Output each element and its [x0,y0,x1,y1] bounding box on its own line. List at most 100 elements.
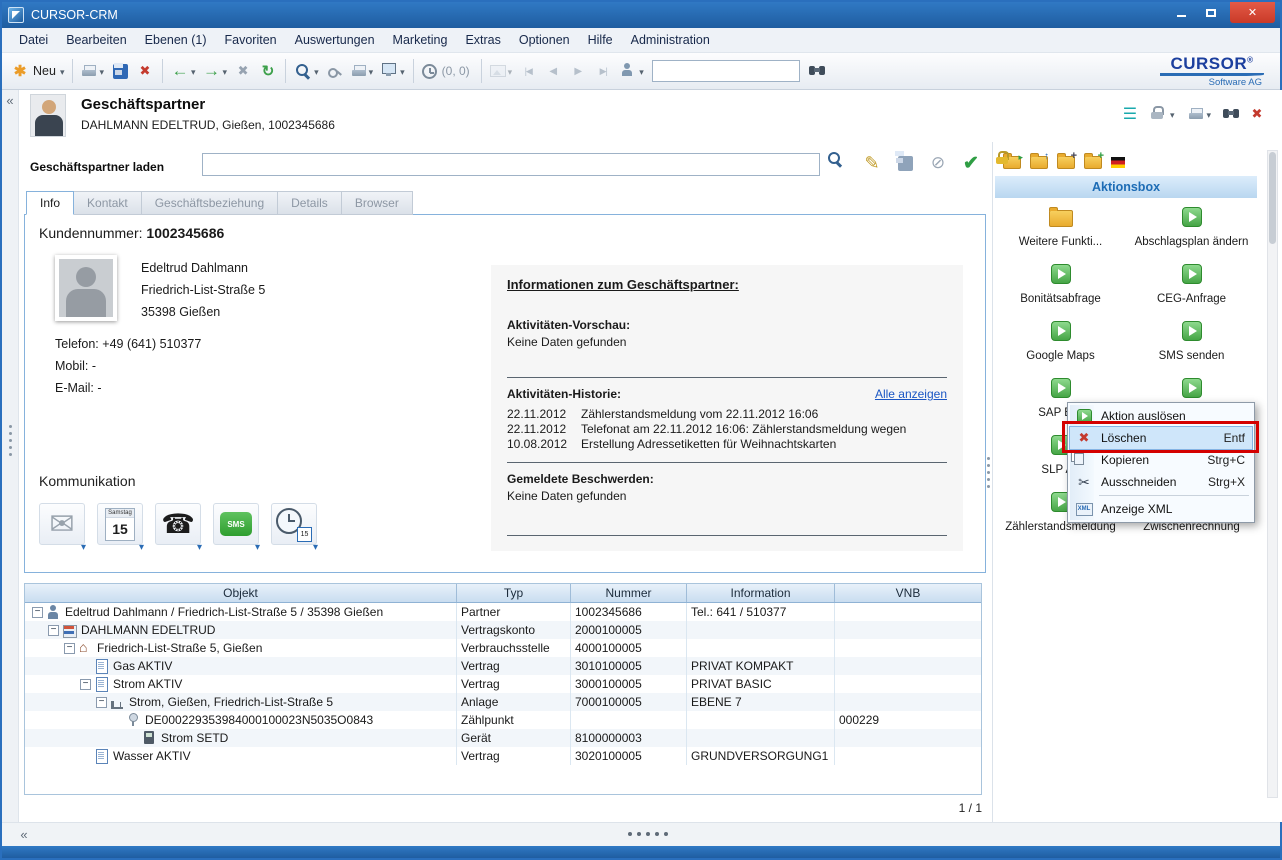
context-menu-item-copy[interactable]: Kopieren Strg+C [1070,449,1252,471]
menu-item-extras[interactable]: Extras [456,30,509,50]
email-action-button[interactable] [39,503,85,545]
history-entry[interactable]: 22.11.2012Zählerstandsmeldung vom 22.11.… [507,407,947,421]
context-menu-item-show-xml[interactable]: Anzeige XML [1070,498,1252,520]
forward-dropdown-caret[interactable] [223,64,228,78]
menu-item-favoriten[interactable]: Favoriten [216,30,286,50]
sms-action-button[interactable]: SMS [213,503,259,545]
close-button[interactable] [1230,2,1275,23]
column-header-information[interactable]: Information [687,584,835,602]
context-menu-item-cut[interactable]: Ausschneiden Strg+X [1070,471,1252,493]
up-level-button[interactable] [1030,156,1048,169]
actionbox-scrollbar[interactable] [1267,150,1278,798]
menu-item-ebenen[interactable]: Ebenen (1) [136,30,216,50]
forward-button[interactable] [200,59,231,83]
history-entry[interactable]: 10.08.2012Erstellung Adressetiketten für… [507,437,947,451]
task-dropdown-caret[interactable] [313,539,318,553]
collapse-left-button[interactable] [2,92,18,108]
task-action-button[interactable]: 15 [271,503,317,545]
print-record-dropdown-caret[interactable] [1206,107,1211,121]
image-dropdown-caret[interactable] [508,64,513,78]
cancel-button[interactable] [231,59,255,83]
tab-geschaeftsbeziehung[interactable]: Geschäftsbeziehung [142,191,278,215]
new-dropdown-caret[interactable] [60,64,65,78]
scrollbar-thumb[interactable] [1269,152,1276,244]
table-row[interactable]: DAHLMANN EDELTRUD Vertragskonto200010000… [25,621,981,639]
back-button[interactable] [168,59,199,83]
confirm-button[interactable] [958,150,984,176]
menu-item-auswertungen[interactable]: Auswertungen [286,30,384,50]
table-row[interactable]: Friedrich-List-Straße 5, Gießen Verbrauc… [25,639,981,657]
tree-expander[interactable] [48,625,59,636]
column-header-vnb[interactable]: VNB [835,584,981,602]
maximize-button[interactable] [1196,2,1226,23]
table-row[interactable]: Strom, Gießen, Friedrich-List-Straße 5 A… [25,693,981,711]
nav-first-button[interactable] [516,59,540,83]
column-header-objekt[interactable]: Objekt [25,584,457,602]
sms-dropdown-caret[interactable] [255,539,260,553]
search-button[interactable] [826,150,852,176]
show-all-link[interactable]: Alle anzeigen [875,387,947,401]
table-row[interactable]: Gas AKTIV Vertrag3010100005PRIVAT KOMPAK… [25,657,981,675]
person-search-dropdown-caret[interactable] [639,64,644,78]
column-header-nummer[interactable]: Nummer [571,584,687,602]
table-row[interactable]: Strom SETD Gerät8100000003 [25,729,981,747]
back-dropdown-caret[interactable] [191,64,196,78]
lock-button[interactable] [1147,102,1178,126]
action-bonitaetsabfrage[interactable]: Bonitätsabfrage [995,259,1126,316]
edit-button[interactable] [859,150,885,176]
discard-button[interactable] [925,150,951,176]
column-header-typ[interactable]: Typ [457,584,571,602]
table-row[interactable]: Wasser AKTIV Vertrag3020100005GRUNDVERSO… [25,747,981,765]
find-button[interactable] [805,59,829,83]
menu-item-bearbeiten[interactable]: Bearbeiten [57,30,135,50]
nav-last-button[interactable] [591,59,615,83]
table-row[interactable]: Strom AKTIV Vertrag3000100005PRIVAT BASI… [25,675,981,693]
menu-item-datei[interactable]: Datei [10,30,57,50]
phone-action-button[interactable] [155,503,201,545]
print-list-button[interactable] [348,61,377,82]
print-list-dropdown-caret[interactable] [369,64,374,78]
lock-dropdown-caret[interactable] [1170,107,1175,121]
quick-search-input[interactable] [652,60,800,82]
panel-splitter-handle[interactable] [987,457,990,460]
table-row[interactable]: Edeltrud Dahlmann / Friedrich-List-Straß… [25,603,981,621]
delete-button[interactable] [133,59,157,83]
tab-info[interactable]: Info [26,191,74,215]
history-entry[interactable]: 22.11.2012Telefonat am 22.11.2012 16:06:… [507,422,947,436]
nav-prev-button[interactable] [541,59,565,83]
preview-dropdown-caret[interactable] [314,64,319,78]
phone-dropdown-caret[interactable] [197,539,202,553]
bottom-splitter-handle[interactable] [628,832,632,836]
tab-kontakt[interactable]: Kontakt [74,191,142,215]
print-record-button[interactable] [1185,104,1214,125]
context-menu-item-trigger-action[interactable]: Aktion auslösen [1070,405,1252,427]
tree-expander[interactable] [32,607,43,618]
print-dropdown-caret[interactable] [99,64,104,78]
tab-details[interactable]: Details [278,191,342,215]
print-button[interactable] [78,61,107,82]
folder-add-green-button[interactable] [1084,156,1102,169]
tree-expander[interactable] [96,697,107,708]
appointment-dropdown-caret[interactable] [139,539,144,553]
new-button[interactable]: Neu [8,59,67,83]
action-weitere-funktionen[interactable]: Weitere Funkti... [995,202,1126,259]
close-record-button[interactable] [1248,105,1266,123]
loader-input[interactable] [202,153,820,176]
search-record-button[interactable] [1222,105,1240,123]
action-sms-senden[interactable]: SMS senden [1126,316,1257,373]
action-ceg-anfrage[interactable]: CEG-Anfrage [1126,259,1257,316]
left-splitter-handle[interactable] [9,425,12,428]
save-button[interactable] [108,59,132,83]
menu-item-marketing[interactable]: Marketing [384,30,457,50]
email-dropdown-caret[interactable] [81,539,86,553]
monitor-button[interactable] [377,59,408,83]
image-button[interactable] [487,61,516,81]
action-abschlagsplan-aendern[interactable]: Abschlagsplan ändern [1126,202,1257,259]
refresh-button[interactable] [256,59,280,83]
table-row[interactable]: DE000229353984000100023N5035O0843 Zählpu… [25,711,981,729]
nav-next-button[interactable] [566,59,590,83]
context-menu-item-delete[interactable]: Löschen Entf [1070,427,1252,449]
menu-item-administration[interactable]: Administration [622,30,719,50]
tree-expander[interactable] [64,643,75,654]
menu-item-hilfe[interactable]: Hilfe [579,30,622,50]
